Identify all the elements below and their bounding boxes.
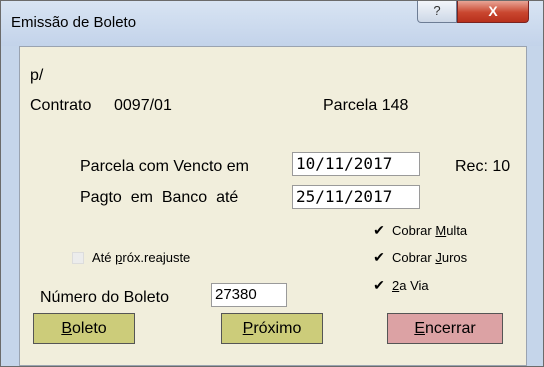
pagto-label: Pagto em Banco até [80, 189, 239, 206]
pagto-field[interactable]: 25/11/2017 [292, 185, 420, 209]
window-title: Emissão de Boleto [11, 14, 137, 31]
dialog-body: p/ Contrato 0097/01 Parcela 148 Parcela … [19, 46, 527, 366]
encerrar-button[interactable]: Encerrar [387, 313, 503, 344]
checkmark-icon: ✔ [373, 277, 385, 293]
parcela-label: Parcela 148 [323, 97, 409, 114]
cobrar-multa-checkbox[interactable]: ✔ Cobrar Multa [372, 222, 467, 239]
proximo-button[interactable]: Próximo [221, 313, 323, 344]
cobrar-juros-checkbox[interactable]: ✔ Cobrar Juros [372, 249, 467, 266]
vencto-label: Parcela com Vencto em [80, 158, 249, 175]
ate-reajuste-checkbox[interactable]: Até próx.reajuste [72, 250, 190, 265]
numero-boleto-field[interactable]: 27380 [211, 283, 287, 307]
checkmark-icon: ✔ [373, 222, 385, 238]
segunda-via-checkbox[interactable]: ✔ 2a Via [372, 277, 429, 294]
contrato-label: Contrato [30, 97, 92, 114]
rec-label: Rec: 10 [455, 158, 511, 175]
contrato-value: 0097/01 [114, 97, 172, 114]
boleto-button[interactable]: Boleto [33, 313, 135, 344]
vencto-field[interactable]: 10/11/2017 [292, 152, 420, 176]
dialog-window: Emissão de Boleto ? X p/ Contrato 0097/0… [0, 0, 544, 367]
close-icon: X [488, 3, 498, 19]
checkbox-box [72, 252, 84, 264]
close-button[interactable]: X [457, 1, 529, 23]
question-icon: ? [433, 3, 441, 18]
checkmark-icon: ✔ [373, 249, 385, 265]
help-button[interactable]: ? [417, 1, 457, 23]
prefix-label: p/ [30, 67, 44, 84]
numero-boleto-label: Número do Boleto [40, 289, 169, 306]
